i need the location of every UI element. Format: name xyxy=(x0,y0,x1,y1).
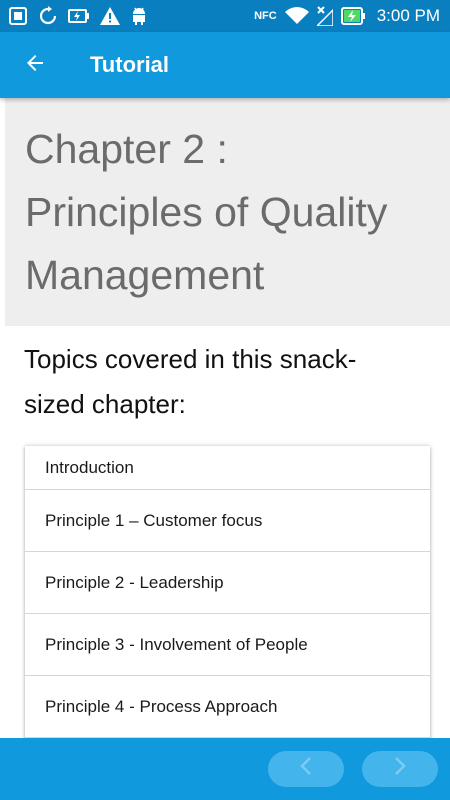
screenshot-icon xyxy=(8,6,28,26)
bottom-nav-bar xyxy=(0,738,450,800)
android-debug-icon xyxy=(130,6,148,26)
topics-heading: Topics covered in this snack- sized chap… xyxy=(24,337,434,427)
topic-item-introduction[interactable]: Introduction xyxy=(25,446,430,490)
topics-heading-line: sized chapter: xyxy=(24,389,186,419)
app-bar: Tutorial xyxy=(0,32,450,98)
status-bar: NFC 3:00 PM xyxy=(0,0,450,32)
wifi-icon xyxy=(284,7,309,25)
chapter-title-line: Principles of Quality xyxy=(25,189,388,235)
chapter-header: Chapter 2 : Principles of Quality Manage… xyxy=(5,98,450,326)
chevron-right-icon xyxy=(393,757,407,781)
topic-list: Introduction Principle 1 – Customer focu… xyxy=(25,446,430,746)
topic-item-principle-3[interactable]: Principle 3 - Involvement of People xyxy=(25,614,430,676)
arrow-left-icon xyxy=(23,51,47,80)
chapter-title-line: Management xyxy=(25,252,265,298)
chapter-title: Chapter 2 : Principles of Quality Manage… xyxy=(25,118,440,307)
topic-item-principle-4[interactable]: Principle 4 - Process Approach xyxy=(25,676,430,738)
sync-icon xyxy=(38,6,58,26)
topic-item-principle-1[interactable]: Principle 1 – Customer focus xyxy=(25,490,430,552)
chevron-left-icon xyxy=(299,757,313,781)
nfc-icon: NFC xyxy=(254,9,277,22)
battery-charging-icon xyxy=(340,6,365,26)
status-time: 3:00 PM xyxy=(376,6,440,25)
warning-icon xyxy=(100,7,120,25)
previous-button[interactable] xyxy=(268,751,344,787)
status-right-icons: NFC 3:00 PM xyxy=(254,6,440,26)
next-button[interactable] xyxy=(362,751,438,787)
topics-heading-line: Topics covered in this snack- xyxy=(24,344,357,374)
no-signal-icon xyxy=(316,6,333,26)
app-title: Tutorial xyxy=(90,52,170,77)
back-button[interactable] xyxy=(0,32,70,98)
battery-charging-small-icon xyxy=(68,8,90,24)
status-left-icons xyxy=(8,6,148,26)
topic-item-principle-2[interactable]: Principle 2 - Leadership xyxy=(25,552,430,614)
chapter-title-line: Chapter 2 : xyxy=(25,126,228,172)
